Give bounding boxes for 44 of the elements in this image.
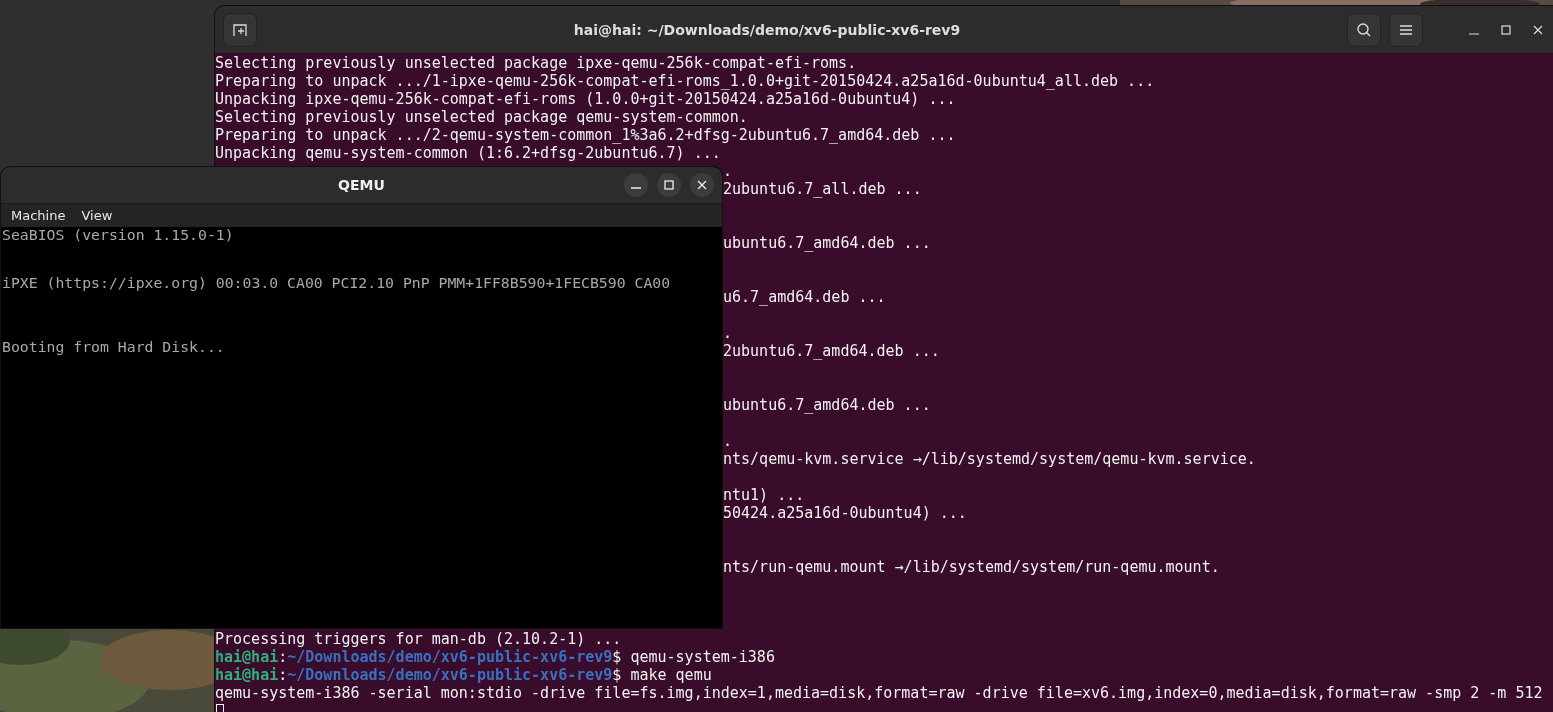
terminal-line: u6.7_amd64.deb ... bbox=[723, 288, 886, 306]
menu-button[interactable] bbox=[1389, 12, 1423, 47]
search-icon bbox=[1356, 21, 1372, 38]
terminal-line: ubuntu6.7_amd64.deb ... bbox=[723, 234, 931, 252]
terminal-line: nts/run-qemu.mount →/lib/systemd/system/run-qemu.mount. bbox=[723, 558, 1220, 576]
terminal-line: Preparing to unpack .../1-ipxe-qemu-256k-compat-efi-roms_1.0.0+git-20150424.a25a16d-0ubuntu4_all.deb ... bbox=[215, 72, 1155, 90]
menu-item[interactable]: View bbox=[81, 208, 113, 223]
minimize-icon bbox=[1469, 32, 1479, 35]
terminal-line: 50424.a25a16d-0ubuntu4) ... bbox=[723, 504, 967, 522]
terminal-line: Unpacking ipxe-qemu-256k-compat-efi-roms (1.0.0+git-20150424.a25a16d-0ubuntu4) ... bbox=[215, 90, 956, 108]
maximize-icon bbox=[664, 180, 674, 190]
terminal-line: qemu-system-i386 -serial mon:stdio -drive file=fs.img,index=1,media=disk,format=raw -drive file=xv6.img,index=0,media=disk,format=raw -smp 2 -m 512 bbox=[215, 684, 1543, 702]
console-line: Booting from Hard Disk... bbox=[2, 339, 225, 355]
terminal-line: 2ubuntu6.7_all.deb ... bbox=[723, 180, 922, 198]
terminal-line: Unpacking qemu-system-common (1:6.2+dfsg-2ubuntu6.7) ... bbox=[215, 144, 721, 162]
close-icon bbox=[1533, 24, 1543, 35]
new-tab-icon bbox=[232, 21, 248, 38]
window-title: QEMU bbox=[338, 177, 385, 193]
search-button[interactable] bbox=[1347, 12, 1381, 47]
terminal-line: . bbox=[723, 162, 733, 180]
window-title: hai@hai: ~/Downloads/demo/xv6-public-xv6-rev9 bbox=[572, 21, 962, 38]
close-icon bbox=[697, 180, 707, 190]
maximize-button[interactable] bbox=[657, 173, 681, 197]
terminal-line: Selecting previously unselected package ipxe-qemu-256k-compat-efi-roms. bbox=[215, 54, 857, 72]
terminal-line: ntu1) ... bbox=[723, 486, 805, 504]
maximize-icon bbox=[1501, 24, 1511, 35]
terminal-line: . bbox=[723, 324, 733, 342]
console-line: iPXE (https://ipxe.org) 00:03.0 CA00 PCI2.10 PnP PMM+1FF8B590+1FECB590 CA00 bbox=[2, 275, 671, 291]
prompt-line: hai@hai:~/Downloads/demo/xv6-public-xv6-rev9$ make qemu bbox=[215, 666, 712, 684]
terminal-line: . bbox=[723, 432, 733, 450]
prompt-line: hai@hai:~/Downloads/demo/xv6-public-xv6-rev9$ qemu-system-i386 bbox=[215, 648, 775, 666]
minimize-icon bbox=[631, 187, 641, 189]
terminal-line: Preparing to unpack .../2-qemu-system-common_1%3a6.2+dfsg-2ubuntu6.7_amd64.deb ... bbox=[215, 126, 956, 144]
menu-item[interactable]: Machine bbox=[11, 208, 66, 223]
menu-icon bbox=[1399, 23, 1413, 36]
minimize-button[interactable] bbox=[624, 173, 648, 197]
console-line: SeaBIOS (version 1.15.0-1) bbox=[2, 227, 234, 243]
terminal-line: Processing triggers for man-db (2.10.2-1) ... bbox=[215, 630, 622, 648]
terminal-line: nts/qemu-kvm.service →/lib/systemd/system/qemu-kvm.service. bbox=[723, 450, 1256, 468]
new-tab-button[interactable] bbox=[223, 12, 257, 47]
terminal-line: 2ubuntu6.7_amd64.deb ... bbox=[723, 342, 940, 360]
terminal-line: ubuntu6.7_amd64.deb ... bbox=[723, 396, 931, 414]
terminal-line: Selecting previously unselected package qemu-system-common. bbox=[215, 108, 748, 126]
close-button[interactable] bbox=[690, 173, 714, 197]
